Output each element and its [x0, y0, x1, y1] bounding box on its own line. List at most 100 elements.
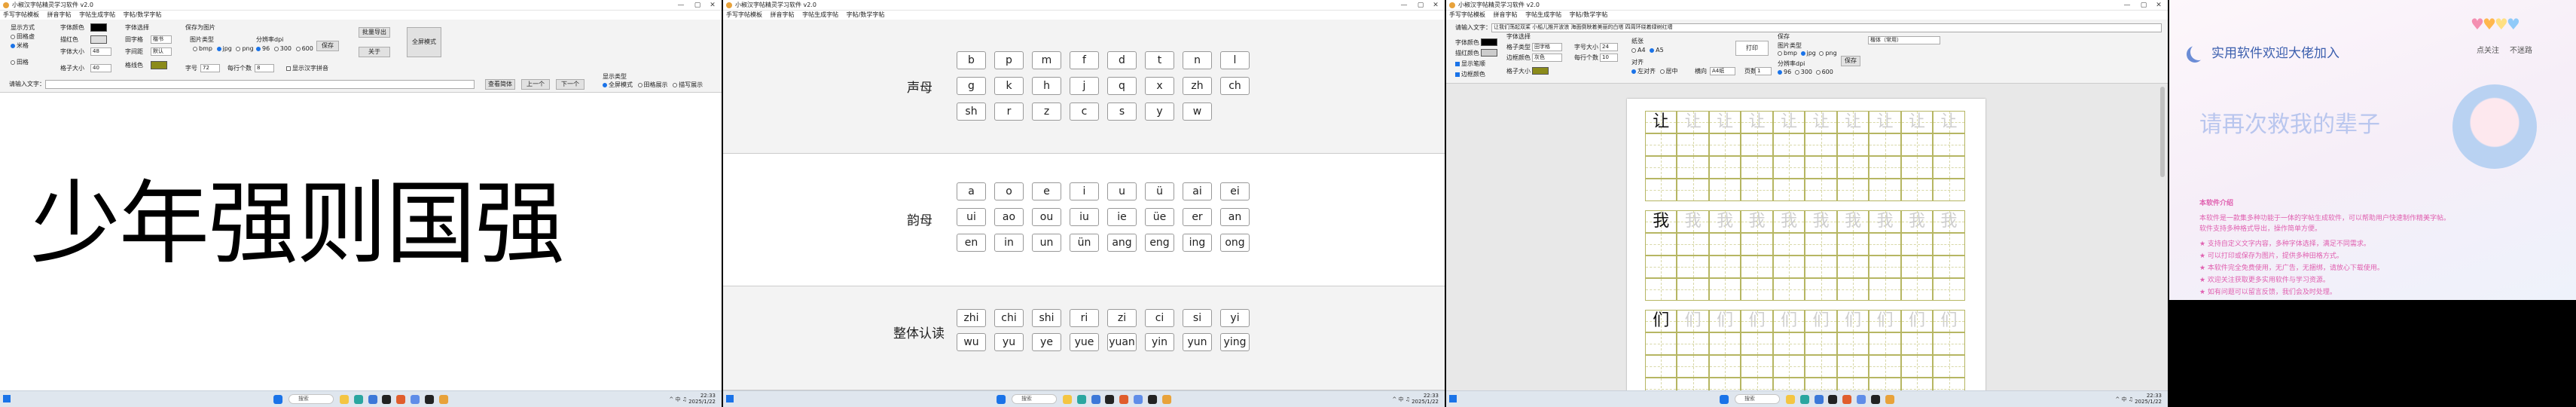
- close-button[interactable]: ✕: [1428, 0, 1443, 10]
- pinyin-chip[interactable]: ye: [1032, 333, 1061, 351]
- grid-type-select[interactable]: 田字格: [1532, 43, 1562, 51]
- pinyin-chip[interactable]: yi: [1220, 309, 1250, 327]
- radio-icon[interactable]: [1794, 69, 1799, 75]
- per-line-select[interactable]: 8: [255, 64, 274, 72]
- menu-item[interactable]: 拼音字帖: [47, 11, 72, 18]
- maximize-button[interactable]: ▢: [1413, 0, 1428, 10]
- pinyin-chip[interactable]: zhi: [957, 309, 986, 327]
- radio-icon[interactable]: [1778, 69, 1782, 75]
- menu-item[interactable]: 字帖生成字帖: [802, 11, 838, 18]
- radio-icon[interactable]: [1778, 50, 1782, 56]
- explorer-icon[interactable]: [339, 394, 349, 404]
- close-button[interactable]: ✕: [2151, 0, 2166, 10]
- radio-icon[interactable]: [236, 46, 241, 51]
- pinyin-chip[interactable]: g: [957, 77, 986, 95]
- start-icon[interactable]: [726, 395, 734, 402]
- pinyin-chip[interactable]: q: [1107, 77, 1137, 95]
- system-tray[interactable]: ^ 中 ♫: [669, 396, 687, 403]
- menu-item[interactable]: 字帖/数学字帖: [847, 11, 885, 18]
- app-icon[interactable]: [425, 394, 435, 404]
- pinyin-chip[interactable]: ün: [1070, 234, 1099, 252]
- system-tray[interactable]: ^ 中 ♫: [2115, 396, 2133, 403]
- pinyin-chip[interactable]: ing: [1183, 234, 1212, 252]
- pinyin-chip[interactable]: u: [1107, 182, 1137, 200]
- browser-icon[interactable]: [1799, 394, 1809, 404]
- pinyin-chip[interactable]: x: [1145, 77, 1174, 95]
- app-icon[interactable]: [1871, 394, 1881, 404]
- pinyin-chip[interactable]: ri: [1070, 309, 1099, 327]
- start-icon[interactable]: [3, 395, 11, 402]
- pinyin-chip[interactable]: ui: [957, 208, 986, 226]
- menu-item[interactable]: 字帖生成字帖: [79, 11, 115, 18]
- pinyin-chip[interactable]: ai: [1183, 182, 1212, 200]
- pinyin-chip[interactable]: z: [1032, 103, 1061, 121]
- pinyin-chip[interactable]: r: [994, 103, 1024, 121]
- search-box[interactable]: 搜索: [1734, 394, 1780, 404]
- pinyin-chip[interactable]: yun: [1183, 333, 1212, 351]
- pinyin-chip[interactable]: eng: [1145, 234, 1174, 252]
- batch-export-button[interactable]: 批量导出: [359, 27, 390, 38]
- minimize-button[interactable]: —: [2120, 0, 2135, 10]
- system-tray[interactable]: ^ 中 ♫: [1392, 396, 1410, 403]
- pinyin-chip[interactable]: b: [957, 51, 986, 69]
- app-icon[interactable]: [396, 394, 406, 404]
- save-button[interactable]: 保存: [1841, 56, 1860, 66]
- pinyin-chip[interactable]: üe: [1145, 208, 1174, 226]
- menu-item[interactable]: 手写字帖模板: [726, 11, 762, 18]
- browser-icon[interactable]: [1076, 394, 1086, 404]
- pinyin-chip[interactable]: f: [1070, 51, 1099, 69]
- menu-item[interactable]: 手写字帖模板: [3, 11, 39, 18]
- pages-select[interactable]: 72: [200, 64, 220, 72]
- font-size-select[interactable]: 48: [90, 47, 111, 56]
- pinyin-chip[interactable]: yu: [994, 333, 1024, 351]
- menu-item[interactable]: 字帖/数学字帖: [124, 11, 162, 18]
- start-icon[interactable]: [1720, 394, 1729, 404]
- app-icon[interactable]: [382, 394, 392, 404]
- pinyin-chip[interactable]: a: [957, 182, 986, 200]
- trace-color-swatch[interactable]: [1481, 49, 1497, 57]
- show-pinyin-check[interactable]: 边框颜色: [1455, 71, 1485, 78]
- minimize-button[interactable]: —: [1396, 0, 1412, 10]
- app-icon[interactable]: [1148, 394, 1158, 404]
- menu-item[interactable]: 拼音字帖: [1494, 11, 1518, 18]
- char-size-select[interactable]: 24: [1600, 43, 1618, 51]
- paper-size-select[interactable]: A4纸: [1710, 67, 1735, 75]
- next-button[interactable]: 下一个: [556, 79, 584, 90]
- pages-select[interactable]: 1: [1755, 67, 1772, 75]
- search-box[interactable]: 搜索: [288, 394, 334, 404]
- radio-icon[interactable]: [256, 46, 261, 51]
- pinyin-chip[interactable]: wu: [957, 333, 986, 351]
- maximize-button[interactable]: ▢: [2136, 0, 2151, 10]
- pinyin-chip[interactable]: ie: [1107, 208, 1137, 226]
- simplified-button[interactable]: 查看简体: [485, 79, 515, 90]
- pinyin-chip[interactable]: p: [994, 51, 1024, 69]
- radio-icon[interactable]: [1800, 50, 1805, 56]
- pinyin-chip[interactable]: t: [1145, 51, 1174, 69]
- trace-value-select[interactable]: 灰色: [1532, 54, 1562, 62]
- pinyin-chip[interactable]: o: [994, 182, 1024, 200]
- pinyin-chip[interactable]: i: [1070, 182, 1099, 200]
- minimize-button[interactable]: —: [673, 0, 688, 10]
- radio-icon[interactable]: [1815, 69, 1821, 75]
- pinyin-chip[interactable]: shi: [1032, 309, 1061, 327]
- about-button[interactable]: 关于: [359, 47, 390, 57]
- save-button[interactable]: 保存: [316, 41, 339, 51]
- pinyin-chip[interactable]: ü: [1145, 182, 1174, 200]
- app-icon[interactable]: [1885, 394, 1894, 404]
- scrollbar[interactable]: [2160, 87, 2165, 177]
- pinyin-chip[interactable]: w: [1183, 103, 1212, 121]
- radio-icon[interactable]: [295, 46, 301, 51]
- prev-button[interactable]: 上一个: [521, 79, 550, 90]
- pinyin-chip[interactable]: e: [1032, 182, 1061, 200]
- font-color-swatch[interactable]: [1481, 38, 1497, 46]
- pinyin-chip[interactable]: yin: [1145, 333, 1174, 351]
- pinyin-chip[interactable]: y: [1145, 103, 1174, 121]
- radio-icon[interactable]: [603, 82, 607, 87]
- app-icon[interactable]: [1842, 394, 1852, 404]
- radio-icon[interactable]: [1659, 69, 1665, 74]
- start-icon[interactable]: [1449, 395, 1457, 402]
- mail-icon[interactable]: [368, 394, 377, 404]
- pinyin-chip[interactable]: yuan: [1107, 333, 1137, 351]
- close-button[interactable]: ✕: [705, 0, 720, 10]
- search-box[interactable]: 搜索: [1011, 394, 1057, 404]
